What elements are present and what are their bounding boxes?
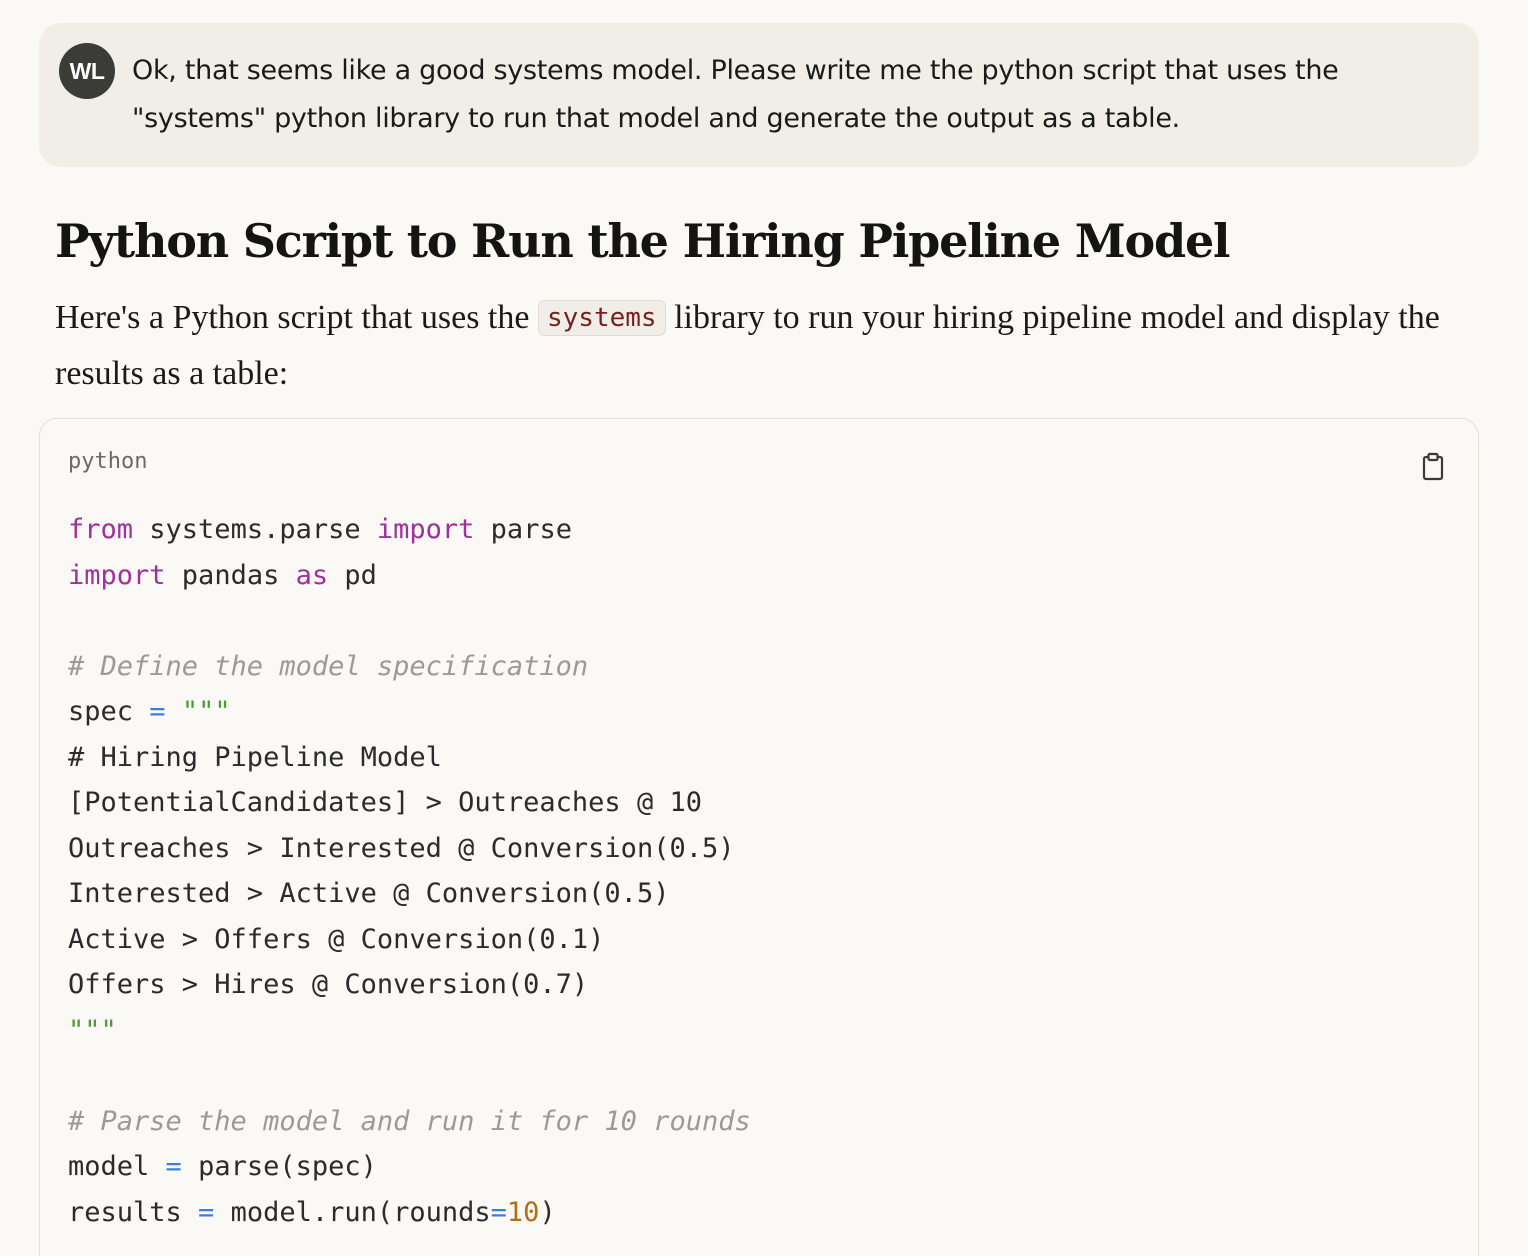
code-token: Active > Offers @ Conversion(0.1) — [68, 923, 605, 955]
code-token: Outreaches > Interested @ Conversion(0.5… — [68, 832, 735, 864]
response-intro: Here's a Python script that uses the sys… — [55, 291, 1475, 401]
intro-text-before: Here's a Python script that uses the — [55, 299, 538, 336]
code-token: import — [68, 559, 166, 591]
code-line: Outreaches > Interested @ Conversion(0.5… — [68, 826, 751, 872]
code-token: # Parse the model and run it for 10 roun… — [68, 1105, 751, 1137]
code-line: import pandas as pd — [68, 553, 751, 599]
copy-button[interactable] — [1418, 451, 1448, 483]
user-message-text: Ok, that seems like a good systems model… — [132, 55, 1339, 134]
code-token: """ — [68, 1014, 117, 1046]
code-line: Active > Offers @ Conversion(0.1) — [68, 917, 751, 963]
code-token: pandas — [165, 559, 296, 591]
code-line: model = parse(spec) — [68, 1144, 751, 1190]
code-token: = — [165, 1151, 182, 1182]
code-token: = — [490, 1196, 507, 1228]
code-language-label: python — [68, 449, 148, 474]
code-token: 10 — [506, 1196, 540, 1228]
code-token: model — [68, 1151, 166, 1182]
code-token: spec — [68, 696, 150, 727]
code-line: [PotentialCandidates] > Outreaches @ 10 — [68, 780, 751, 826]
code-token: as — [295, 559, 329, 591]
code-token: ) — [539, 1196, 556, 1228]
code-token: from — [68, 514, 134, 545]
code-line: Interested > Active @ Conversion(0.5) — [68, 871, 751, 917]
code-token: pd — [328, 559, 377, 591]
clipboard-icon — [1422, 452, 1444, 481]
code-line: results = model.run(rounds=10) — [68, 1190, 751, 1236]
code-token: = — [149, 696, 166, 727]
code-line: """ — [68, 1008, 751, 1054]
code-token: systems.parse — [133, 514, 377, 545]
code-token: import — [376, 514, 475, 545]
response-heading: Python Script to Run the Hiring Pipeline… — [55, 214, 1231, 268]
code-content: from systems.parse import parse import pa… — [68, 507, 751, 1235]
code-line: spec = """ — [68, 689, 751, 735]
code-line: Offers > Hires @ Conversion(0.7) — [68, 962, 751, 1008]
code-token: results — [68, 1196, 199, 1228]
code-token: [PotentialCandidates] > Outreaches @ 10 — [68, 787, 702, 818]
code-line: from systems.parse import parse — [68, 507, 751, 553]
code-token: parse — [474, 514, 572, 545]
code-token: = — [198, 1196, 215, 1228]
user-message: WL Ok, that seems like a good systems mo… — [39, 23, 1479, 167]
code-token: Offers > Hires @ Conversion(0.7) — [68, 969, 589, 1000]
code-token: parse(spec) — [181, 1151, 377, 1182]
code-token: """ — [181, 696, 231, 727]
code-line: # Hiring Pipeline Model — [68, 735, 751, 781]
code-line: # Define the model specification — [68, 644, 751, 690]
inline-code-systems: systems — [537, 300, 666, 336]
code-token: # Hiring Pipeline Model — [68, 741, 442, 773]
code-token: # Define the model specification — [68, 650, 589, 682]
code-token: Interested > Active @ Conversion(0.5) — [68, 878, 670, 909]
code-token: model.run(rounds — [214, 1196, 491, 1228]
code-line: # Parse the model and run it for 10 roun… — [68, 1099, 751, 1145]
avatar: WL — [59, 43, 115, 99]
code-block: python from systems.parse import parse im… — [39, 418, 1479, 1256]
